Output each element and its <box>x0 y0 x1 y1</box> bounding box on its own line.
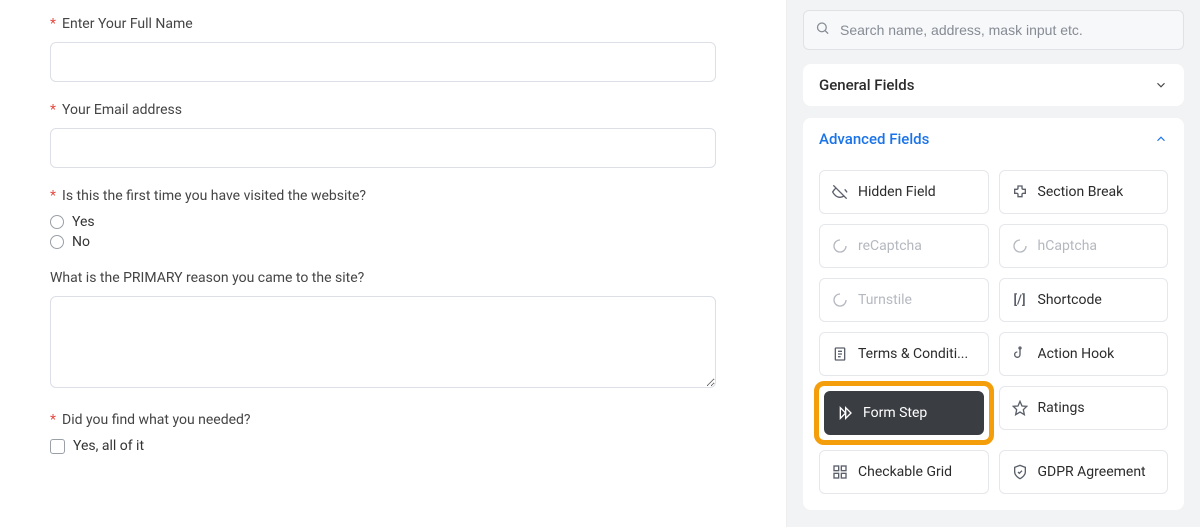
form-field-found-needed: * Did you find what you needed? Yes, all… <box>50 412 736 454</box>
label-text: What is the PRIMARY reason you came to t… <box>50 270 364 286</box>
form-field-first-visit: * Is this the first time you have visite… <box>50 188 736 250</box>
radio-label: No <box>72 234 90 250</box>
primary-reason-textarea[interactable] <box>50 296 716 388</box>
field-tile-hidden-field[interactable]: Hidden Field <box>819 170 989 214</box>
label-text: Is this the first time you have visited … <box>62 188 366 204</box>
tile-label: Section Break <box>1038 184 1124 200</box>
grid-icon <box>832 464 848 480</box>
email-input[interactable] <box>50 128 716 168</box>
chevron-down-icon <box>1154 78 1168 92</box>
field-label: What is the PRIMARY reason you came to t… <box>50 270 736 286</box>
radio-option-no[interactable]: No <box>50 234 736 250</box>
section-title: Advanced Fields <box>819 130 929 148</box>
form-field-primary-reason: What is the PRIMARY reason you came to t… <box>50 270 736 392</box>
form-field-email: * Your Email address <box>50 102 736 168</box>
field-label: * Your Email address <box>50 102 736 118</box>
required-asterisk: * <box>50 412 56 428</box>
field-palette-sidebar: General Fields Advanced Fields Hidden Fi… <box>786 0 1200 527</box>
spinner-icon <box>832 292 848 308</box>
advanced-fields-header[interactable]: Advanced Fields <box>803 118 1184 160</box>
tile-label: Hidden Field <box>858 184 936 200</box>
field-tile-gdpr-agreement[interactable]: GDPR Agreement <box>999 450 1169 494</box>
field-tile-recaptcha: reCaptcha <box>819 224 989 268</box>
spinner-icon <box>832 238 848 254</box>
label-text: Enter Your Full Name <box>62 16 193 32</box>
tile-label: Shortcode <box>1038 292 1102 308</box>
tile-label: Terms & Conditi... <box>858 346 968 362</box>
radio-label: Yes <box>72 214 95 230</box>
tile-label: Ratings <box>1038 400 1085 416</box>
name-input[interactable] <box>50 42 716 82</box>
field-tile-action-hook[interactable]: Action Hook <box>999 332 1169 376</box>
checkbox-option-yes-all[interactable]: Yes, all of it <box>50 438 736 454</box>
star-icon <box>1012 400 1028 416</box>
search-input[interactable] <box>803 10 1184 50</box>
tile-label: reCaptcha <box>858 238 922 254</box>
section-general-fields: General Fields <box>803 64 1184 106</box>
hook-icon <box>1012 346 1028 362</box>
tile-label: Form Step <box>863 405 927 421</box>
form-canvas: * Enter Your Full Name * Your Email addr… <box>0 0 786 527</box>
chevron-up-icon <box>1154 132 1168 146</box>
field-tile-section-break[interactable]: Section Break <box>999 170 1169 214</box>
tile-label: Action Hook <box>1038 346 1115 362</box>
field-label: * Enter Your Full Name <box>50 16 736 32</box>
field-label: * Is this the first time you have visite… <box>50 188 736 204</box>
checkbox-label: Yes, all of it <box>73 438 144 454</box>
field-label: * Did you find what you needed? <box>50 412 736 428</box>
tile-label: Turnstile <box>858 292 912 308</box>
tile-label: GDPR Agreement <box>1038 464 1146 480</box>
radio-option-yes[interactable]: Yes <box>50 214 736 230</box>
field-tile-ratings[interactable]: Ratings <box>999 386 1169 430</box>
field-tile-form-step[interactable]: Form Step <box>824 391 984 435</box>
radio-icon <box>50 215 64 229</box>
field-tile-checkable-grid[interactable]: Checkable Grid <box>819 450 989 494</box>
spinner-icon <box>1012 238 1028 254</box>
puzzle-icon <box>1012 184 1028 200</box>
highlighted-tile-wrap: Form Step <box>814 381 994 445</box>
field-tile-turnstile: Turnstile <box>819 278 989 322</box>
form-field-name: * Enter Your Full Name <box>50 16 736 82</box>
field-tile-hcaptcha: hCaptcha <box>999 224 1169 268</box>
field-tile-terms-conditions[interactable]: Terms & Conditi... <box>819 332 989 376</box>
tile-label: hCaptcha <box>1038 238 1098 254</box>
section-title: General Fields <box>819 76 914 94</box>
required-asterisk: * <box>50 188 56 204</box>
required-asterisk: * <box>50 102 56 118</box>
general-fields-header[interactable]: General Fields <box>803 64 1184 106</box>
advanced-fields-body: Hidden Field Section Break reCaptcha <box>803 160 1184 510</box>
radio-icon <box>50 235 64 249</box>
advanced-field-grid: Hidden Field Section Break reCaptcha <box>819 170 1168 494</box>
label-text: Did you find what you needed? <box>62 412 251 428</box>
section-advanced-fields: Advanced Fields Hidden Field Section Bre… <box>803 118 1184 510</box>
document-icon <box>832 346 848 362</box>
skip-icon <box>837 405 853 421</box>
label-text: Your Email address <box>62 102 182 118</box>
shield-icon <box>1012 464 1028 480</box>
required-asterisk: * <box>50 16 56 32</box>
tile-label: Checkable Grid <box>858 464 952 480</box>
shortcode-icon: [/] <box>1012 292 1028 308</box>
checkbox-icon <box>50 439 65 454</box>
field-tile-shortcode[interactable]: [/] Shortcode <box>999 278 1169 322</box>
eye-off-icon <box>832 184 848 200</box>
search-field-wrap <box>803 10 1184 50</box>
